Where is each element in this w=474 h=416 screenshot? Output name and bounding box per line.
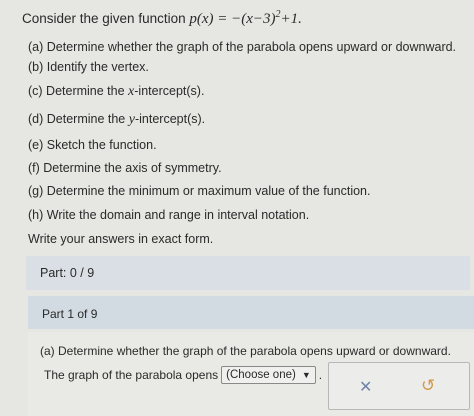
part-progress-label: Part: 0 / 9	[40, 266, 95, 280]
task-h: (h) Write the domain and range in interv…	[28, 208, 310, 222]
part-header: Part 1 of 9	[28, 296, 474, 329]
function-formula: p(x) = −(x−3)2+1.	[189, 9, 302, 27]
chevron-down-icon: ▼	[301, 370, 311, 380]
undo-icon[interactable]: ↺	[421, 376, 435, 396]
task-e: (e) Sketch the function.	[28, 138, 157, 152]
close-icon[interactable]: ✕	[359, 377, 372, 397]
intro-text: Consider the given function	[22, 11, 186, 26]
part-body: (a) Determine whether the graph of the p…	[28, 332, 474, 416]
direction-select[interactable]: (Choose one) ▼	[221, 366, 316, 384]
answer-prefix: The graph of the parabola opens	[44, 368, 219, 382]
task-g: (g) Determine the minimum or maximum val…	[28, 184, 371, 198]
part-progress: Part: 0 / 9	[26, 256, 470, 290]
task-b: (b) Identify the vertex.	[28, 60, 149, 74]
exact-form-note: Write your answers in exact form.	[28, 232, 214, 246]
part-question: (a) Determine whether the graph of the p…	[40, 344, 451, 358]
answer-actions: ✕ ↺	[328, 362, 470, 410]
task-d: (d) Determine the y-intercept(s).	[28, 112, 206, 127]
answer-row: The graph of the parabola opens (Choose …	[44, 366, 322, 384]
answer-period: .	[318, 368, 323, 382]
task-c: (c) Determine the x-intercept(s).	[28, 84, 205, 99]
task-a: (a) Determine whether the graph of the p…	[28, 40, 457, 54]
part-header-label: Part 1 of 9	[42, 307, 98, 321]
problem-intro: Consider the given function p(x) = −(x−3…	[22, 9, 302, 28]
task-f: (f) Determine the axis of symmetry.	[28, 161, 222, 175]
select-value: (Choose one)	[226, 369, 296, 381]
